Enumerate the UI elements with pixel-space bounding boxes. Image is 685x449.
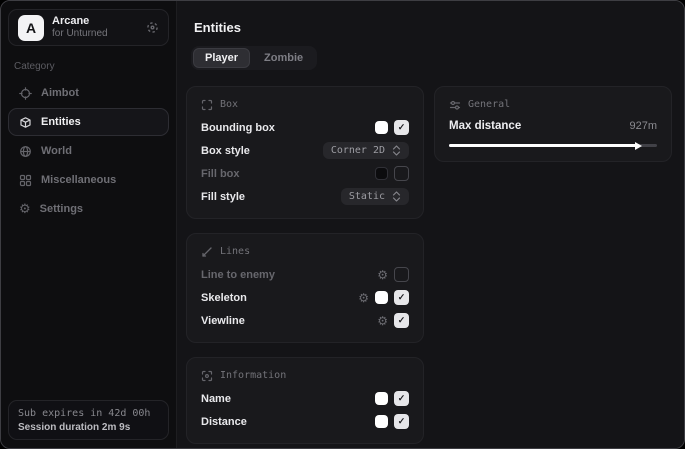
sidebar-item-world[interactable]: World (8, 137, 169, 165)
checkbox-checked[interactable] (394, 120, 409, 135)
grid-icon (19, 174, 32, 187)
logo-card: A Arcane for Unturned (8, 9, 169, 46)
chevrons-up-down-icon (392, 145, 401, 156)
app-subtitle: for Unturned (52, 28, 108, 40)
sliders-icon (449, 99, 461, 111)
tab-zombie[interactable]: Zombie (252, 48, 315, 68)
diagonal-line-icon (201, 246, 213, 258)
information-card: Information Name Distance (186, 357, 424, 444)
sub-expiry-text: Sub expires in 42d 00h (18, 408, 159, 419)
column-left: Box Bounding box Box style Corner 2D (186, 86, 424, 444)
information-card-header: Information (201, 367, 409, 384)
checkbox-checked[interactable] (394, 290, 409, 305)
setting-row-distance: Distance (201, 410, 409, 433)
category-label: Category (14, 61, 163, 72)
max-distance-value: 927m (629, 120, 657, 132)
sidebar-item-label: Entities (41, 116, 81, 128)
column-right: General Max distance 927m (434, 86, 672, 162)
session-duration-text: Session duration 2m 9s (18, 422, 159, 433)
gear-icon[interactable]: ⚙ (358, 292, 369, 304)
information-card-title: Information (220, 370, 286, 381)
crosshair-icon (19, 87, 32, 100)
app-window: A Arcane for Unturned Category (0, 0, 685, 449)
logo-text: Arcane for Unturned (52, 15, 108, 39)
max-distance-slider[interactable] (449, 144, 657, 147)
checkbox-checked[interactable] (394, 414, 409, 429)
page-title: Entities (194, 20, 241, 35)
fill-style-dropdown[interactable]: Static (341, 188, 409, 205)
dropdown-value: Static (349, 191, 385, 202)
color-swatch[interactable] (375, 167, 388, 180)
sidebar-spacer (8, 224, 169, 400)
sidebar-item-miscellaneous[interactable]: Miscellaneous (8, 166, 169, 194)
sidebar-item-aimbot[interactable]: Aimbot (8, 79, 169, 107)
lines-card-header: Lines (201, 243, 409, 260)
sidebar: A Arcane for Unturned Category (1, 1, 177, 448)
setting-row-fill-style: Fill style Static (201, 185, 409, 208)
color-swatch[interactable] (375, 121, 388, 134)
app-title: Arcane (52, 15, 108, 28)
setting-label: Box style (201, 145, 250, 157)
setting-row-viewline: Viewline ⚙ (201, 309, 409, 332)
dropdown-value: Corner 2D (331, 145, 385, 156)
setting-row-name: Name (201, 387, 409, 410)
slider-fill (449, 144, 638, 147)
lines-card: Lines Line to enemy ⚙ Skeleton ⚙ (186, 233, 424, 343)
setting-row-bounding-box: Bounding box (201, 116, 409, 139)
setting-label: Distance (201, 416, 247, 428)
color-swatch[interactable] (375, 392, 388, 405)
checkbox-checked[interactable] (394, 313, 409, 328)
lines-card-title: Lines (220, 246, 250, 257)
setting-label: Skeleton (201, 292, 247, 304)
tab-bar: Player Zombie (191, 46, 317, 70)
sidebar-item-label: Settings (40, 203, 83, 215)
sidebar-item-label: World (41, 145, 72, 157)
tab-player[interactable]: Player (193, 48, 250, 68)
box-card: Box Bounding box Box style Corner 2D (186, 86, 424, 219)
box-card-title: Box (220, 99, 238, 110)
gear-icon: ⚙ (19, 203, 31, 216)
color-swatch[interactable] (375, 415, 388, 428)
scan-info-icon (201, 370, 213, 382)
setting-label: Name (201, 393, 231, 405)
sidebar-item-label: Aimbot (41, 87, 79, 99)
checkbox-checked[interactable] (394, 391, 409, 406)
spinner-icon[interactable] (146, 21, 159, 34)
checkbox-unchecked[interactable] (394, 166, 409, 181)
chevrons-up-down-icon (392, 191, 401, 202)
setting-row-fill-box: Fill box (201, 162, 409, 185)
subscription-card: Sub expires in 42d 00h Session duration … (8, 400, 169, 440)
main-panel: Entities Player Zombie Box (177, 1, 684, 448)
setting-label: Fill box (201, 168, 240, 180)
setting-label: Line to enemy (201, 269, 275, 281)
sidebar-item-settings[interactable]: ⚙ Settings (8, 195, 169, 223)
setting-row-line-to-enemy: Line to enemy ⚙ (201, 263, 409, 286)
app-logo: A (18, 15, 44, 41)
slider-thumb[interactable] (635, 142, 642, 150)
sidebar-item-entities[interactable]: Entities (8, 108, 169, 136)
scan-corners-icon (201, 99, 213, 111)
cube-icon (19, 116, 32, 129)
checkbox-unchecked[interactable] (394, 267, 409, 282)
general-card-title: General (468, 99, 510, 110)
globe-icon (19, 145, 32, 158)
box-style-dropdown[interactable]: Corner 2D (323, 142, 409, 159)
gear-icon[interactable]: ⚙ (377, 269, 388, 281)
color-swatch[interactable] (375, 291, 388, 304)
sidebar-item-label: Miscellaneous (41, 174, 116, 186)
setting-label: Bounding box (201, 122, 275, 134)
setting-label: Viewline (201, 315, 245, 327)
max-distance-row: Max distance 927m (449, 116, 657, 136)
max-distance-label: Max distance (449, 120, 521, 132)
general-card: General Max distance 927m (434, 86, 672, 162)
box-card-header: Box (201, 96, 409, 113)
setting-label: Fill style (201, 191, 245, 203)
setting-row-box-style: Box style Corner 2D (201, 139, 409, 162)
setting-row-skeleton: Skeleton ⚙ (201, 286, 409, 309)
general-card-header: General (449, 96, 657, 113)
gear-icon[interactable]: ⚙ (377, 315, 388, 327)
